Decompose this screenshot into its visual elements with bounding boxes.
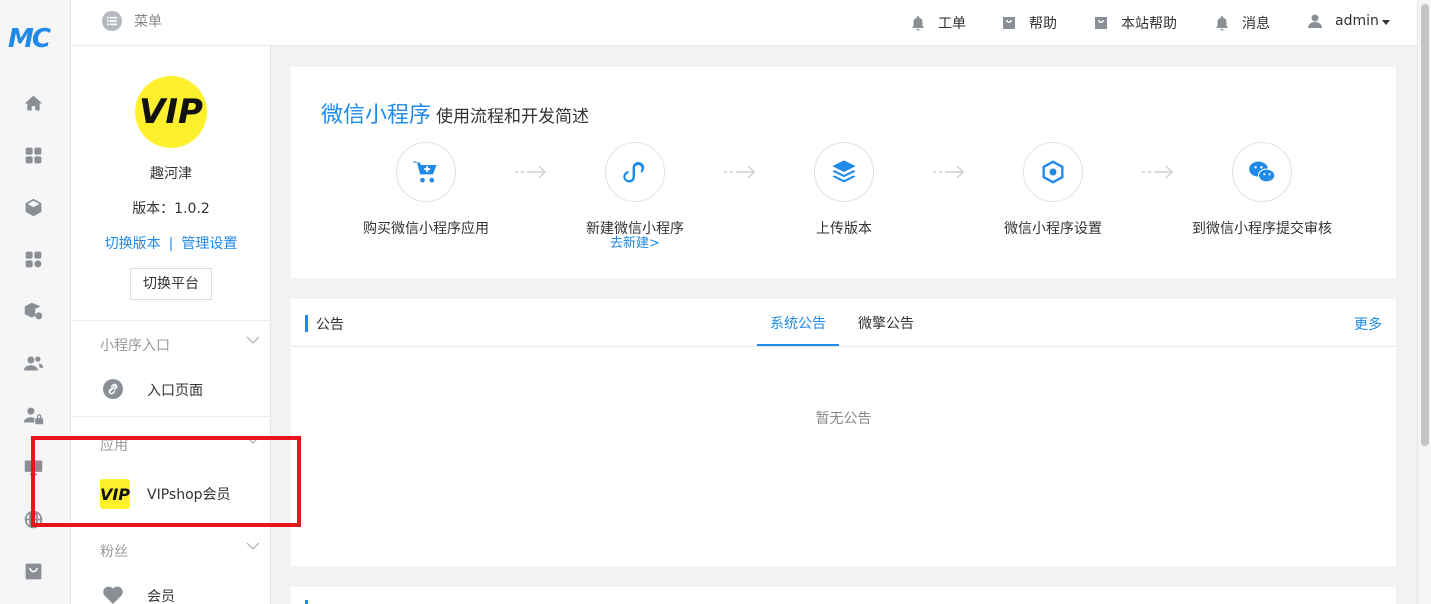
chevron-down-icon — [246, 436, 260, 444]
account-avatar: VIP — [135, 76, 207, 148]
divider — [291, 346, 1396, 347]
switch-platform-button[interactable]: 切换平台 — [130, 268, 212, 300]
step-icon-circle[interactable] — [1232, 142, 1292, 202]
bag-icon — [1095, 17, 1107, 29]
section-header-fans[interactable]: 粉丝 — [71, 526, 271, 570]
section-title: 粉丝 — [100, 544, 128, 560]
tab-weiqing-announcements[interactable]: 微擎公告 — [858, 313, 914, 333]
layers-icon — [832, 160, 856, 183]
step-icon-circle[interactable] — [1023, 142, 1083, 202]
step-icon-circle[interactable] — [814, 142, 874, 202]
miniprogram-icon — [623, 161, 645, 183]
menu-toggle[interactable]: 菜单 — [102, 11, 162, 31]
user-name: admin — [1335, 13, 1379, 29]
user-lock-icon[interactable] — [22, 404, 44, 426]
flow-title-main: 微信小程序 — [321, 103, 432, 128]
flow-step-submit: 到微信小程序提交审核 — [1162, 142, 1362, 238]
section-header-apps[interactable]: 应用 — [71, 416, 271, 460]
top-item-label: 工单 — [938, 16, 966, 32]
sidebar-item-label: 会员 — [147, 589, 175, 604]
icon-rail: MC — [0, 0, 71, 604]
box-icon[interactable] — [22, 196, 44, 218]
title-accent-bar — [305, 600, 308, 604]
switch-version-link[interactable]: 切换版本 — [105, 236, 161, 252]
top-item-help[interactable]: 帮助 — [1001, 13, 1057, 33]
hexagon-icon — [1042, 160, 1064, 184]
next-card-partial — [291, 587, 1396, 604]
link-icon — [103, 379, 123, 399]
flow-step-buy: 购买微信小程序应用 — [326, 142, 526, 238]
wechat-icon — [1249, 161, 1276, 183]
step-label: 上传版本 — [816, 221, 872, 237]
user-menu[interactable]: admin — [1307, 13, 1390, 29]
top-item-label: 消息 — [1242, 16, 1270, 32]
section-header-miniprogram-entry[interactable]: 小程序入口 — [71, 320, 271, 364]
flow-title-sub: 使用流程和开发简述 — [436, 107, 590, 127]
user-icon — [1308, 14, 1322, 28]
step-label: 微信小程序设置 — [1004, 221, 1102, 237]
step-label: 新建微信小程序 — [586, 221, 684, 237]
top-item-messages[interactable]: 消息 — [1214, 13, 1270, 33]
flow-step-settings: 微信小程序设置 — [953, 142, 1153, 238]
sidebar-item-vipshop[interactable]: VIP VIPshop会员 — [71, 472, 271, 516]
step-label: 到微信小程序提交审核 — [1192, 221, 1332, 237]
app-settings-icon[interactable] — [22, 248, 44, 270]
flow-step-upload: 上传版本 — [744, 142, 944, 238]
menu-label: 菜单 — [134, 14, 162, 30]
apps-grid-icon[interactable] — [22, 144, 44, 166]
monitor-icon[interactable] — [22, 456, 44, 478]
section-title: 应用 — [100, 438, 128, 454]
users-icon[interactable] — [22, 352, 44, 374]
sidebar-item-label: 入口页面 — [147, 383, 203, 399]
page-scrollbar[interactable] — [1417, 0, 1431, 604]
top-item-label: 本站帮助 — [1121, 16, 1177, 32]
top-item-label: 帮助 — [1029, 16, 1057, 32]
title-accent-bar — [305, 315, 308, 332]
account-version: 版本：1.0.2 — [132, 201, 210, 217]
account-name: 趣河津 — [150, 166, 192, 182]
flow-step-create: 新建微信小程序 去新建> — [535, 142, 735, 250]
tab-system-announcements[interactable]: 系统公告 — [770, 313, 826, 333]
link-separator: | — [168, 236, 174, 252]
chevron-down-icon — [246, 542, 260, 550]
caret-down-icon — [1381, 19, 1390, 25]
step-label: 购买微信小程序应用 — [363, 221, 489, 237]
top-item-site-help[interactable]: 本站帮助 — [1093, 13, 1177, 33]
home-icon[interactable] — [22, 92, 44, 114]
sidebar-item-members[interactable]: 会员 — [71, 574, 271, 604]
announcements-title: 公告 — [316, 317, 344, 333]
secondary-sidebar: VIP 趣河津 版本：1.0.2 切换版本 | 管理设置 切换平台 小程序入口 入口… — [71, 0, 271, 604]
cart-icon — [413, 161, 437, 183]
bell-icon — [912, 16, 924, 31]
vip-icon: VIP — [100, 479, 130, 509]
globe-icon[interactable] — [22, 508, 44, 530]
bag-icon — [1003, 17, 1015, 29]
manage-settings-link[interactable]: 管理设置 — [181, 236, 237, 252]
sidebar-item-entry-page[interactable]: 入口页面 — [71, 368, 271, 412]
step-icon-circle[interactable] — [605, 142, 665, 202]
list-icon — [102, 11, 122, 31]
step-icon-circle[interactable] — [396, 142, 456, 202]
account-links: 切换版本 | 管理设置 — [71, 233, 271, 253]
create-new-link[interactable]: 去新建> — [535, 237, 735, 250]
chevron-down-icon — [246, 336, 260, 344]
bell-icon — [1216, 16, 1228, 31]
app-logo[interactable]: MC — [8, 24, 56, 54]
more-link[interactable]: 更多 — [1354, 314, 1382, 334]
empty-state-text: 暂无公告 — [815, 411, 872, 427]
top-item-tickets[interactable]: 工单 — [910, 13, 966, 33]
sidebar-item-label: VIPshop会员 — [147, 487, 231, 503]
usage-flow-card: 微信小程序 使用流程和开发简述 购买微信小程序应用 新建微信小程序 去新建> 上… — [291, 67, 1396, 278]
heart-icon — [103, 586, 123, 604]
store-bag-icon[interactable] — [22, 560, 44, 582]
package-settings-icon[interactable] — [22, 300, 44, 322]
section-title: 小程序入口 — [100, 338, 170, 354]
announcements-card: 公告 系统公告 微擎公告 更多 暂无公告 — [291, 299, 1396, 566]
scrollbar-thumb[interactable] — [1421, 4, 1429, 446]
top-bar: 菜单 工单 帮助 本站帮助 消息 admin — [71, 0, 1417, 46]
flow-title: 微信小程序 使用流程和开发简述 — [321, 97, 589, 129]
